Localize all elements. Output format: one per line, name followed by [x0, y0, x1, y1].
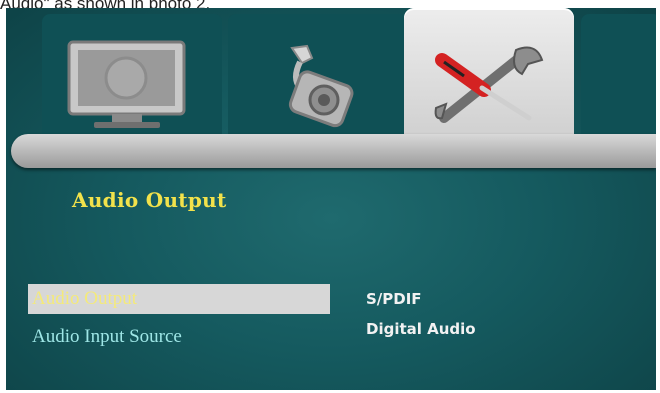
menu-item-audio-input-source[interactable]: Audio Input Source — [28, 322, 328, 352]
menu-item-label: Audio Input Source — [32, 326, 182, 347]
menu-item-audio-output[interactable]: Audio Output — [28, 284, 330, 314]
section-title: Audio Output — [72, 188, 227, 212]
tab-extra[interactable] — [581, 14, 656, 134]
menu-item-label: Audio Output — [28, 284, 330, 314]
audio-input-source-value: Digital Audio — [366, 320, 476, 338]
osd-screen: Audio Output Audio Output S/PDIF Audio I… — [6, 8, 656, 390]
tools-icon — [424, 38, 554, 128]
camera-icon — [272, 38, 362, 133]
monitor-icon — [64, 38, 194, 130]
audio-output-value: S/PDIF — [366, 290, 422, 308]
tab-underline-bar — [11, 134, 656, 168]
tab-bar — [6, 8, 656, 168]
